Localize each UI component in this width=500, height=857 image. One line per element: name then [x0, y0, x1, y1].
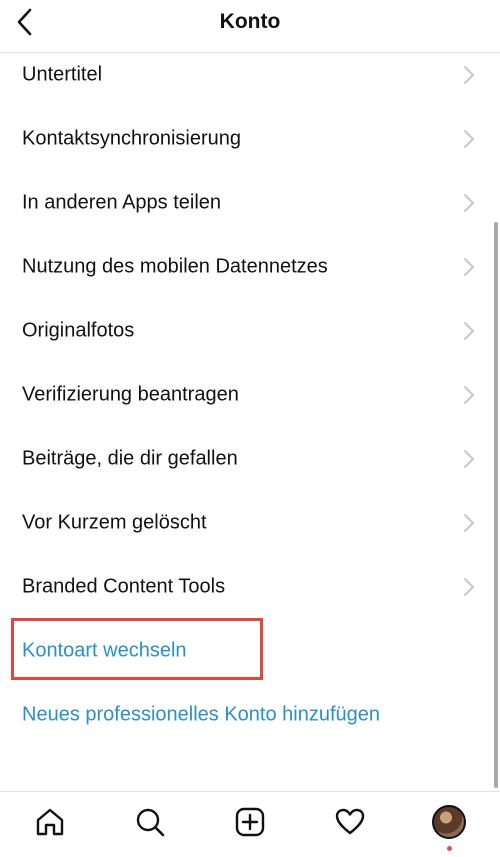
settings-item-branded-content-tools[interactable]: Branded Content Tools	[0, 555, 500, 619]
tab-search[interactable]	[130, 802, 170, 842]
chevron-right-icon	[464, 450, 474, 468]
chevron-right-icon	[464, 386, 474, 404]
settings-item-in-anderen-apps-teilen[interactable]: In anderen Apps teilen	[0, 171, 500, 235]
settings-item-label: Beiträge, die dir gefallen	[22, 447, 238, 470]
settings-item-label: Originalfotos	[22, 319, 135, 342]
settings-item-originalfotos[interactable]: Originalfotos	[0, 299, 500, 363]
add-professional-account-link[interactable]: Neues professionelles Konto hinzufügen	[0, 683, 500, 747]
notification-dot	[447, 846, 452, 851]
settings-item-label: Verifizierung beantragen	[22, 383, 239, 406]
settings-item-label: Kontaktsynchronisierung	[22, 127, 242, 150]
settings-item-mobile-daten[interactable]: Nutzung des mobilen Datennetzes	[0, 235, 500, 299]
settings-list: Untertitel Kontaktsynchronisierung In an…	[0, 43, 500, 619]
tab-home[interactable]	[30, 802, 70, 842]
settings-item-label: Untertitel	[22, 63, 103, 86]
chevron-right-icon	[464, 322, 474, 340]
chevron-right-icon	[464, 130, 474, 148]
settings-item-label: Vor Kurzem gelöscht	[22, 511, 207, 534]
home-icon	[36, 808, 64, 836]
search-icon	[136, 808, 165, 837]
settings-item-vor-kurzem-geloescht[interactable]: Vor Kurzem gelöscht	[0, 491, 500, 555]
new-post-icon	[235, 807, 265, 837]
bottom-tab-bar	[0, 791, 500, 857]
chevron-right-icon	[464, 514, 474, 532]
activity-heart-icon	[335, 808, 365, 835]
scrollbar[interactable]	[494, 222, 498, 788]
settings-item-verifizierung[interactable]: Verifizierung beantragen	[0, 363, 500, 427]
chevron-right-icon	[464, 578, 474, 596]
page-title: Konto	[219, 10, 281, 33]
settings-item-label: Nutzung des mobilen Datennetzes	[22, 255, 328, 278]
settings-item-untertitel[interactable]: Untertitel	[0, 43, 500, 107]
chevron-right-icon	[464, 66, 474, 84]
profile-avatar[interactable]	[432, 805, 466, 839]
settings-item-label: Branded Content Tools	[22, 575, 226, 598]
chevron-right-icon	[464, 258, 474, 276]
chevron-right-icon	[464, 194, 474, 212]
switch-account-type-link[interactable]: Kontoart wechseln	[0, 619, 500, 683]
settings-item-gefallene-beitraege[interactable]: Beiträge, die dir gefallen	[0, 427, 500, 491]
tab-activity[interactable]	[330, 802, 370, 842]
add-professional-account-label: Neues professionelles Konto hinzufügen	[22, 703, 381, 726]
settings-item-kontaktsynchronisierung[interactable]: Kontaktsynchronisierung	[0, 107, 500, 171]
tab-new-post[interactable]	[230, 802, 270, 842]
settings-item-label: In anderen Apps teilen	[22, 191, 222, 214]
switch-account-type-label: Kontoart wechseln	[22, 639, 187, 662]
